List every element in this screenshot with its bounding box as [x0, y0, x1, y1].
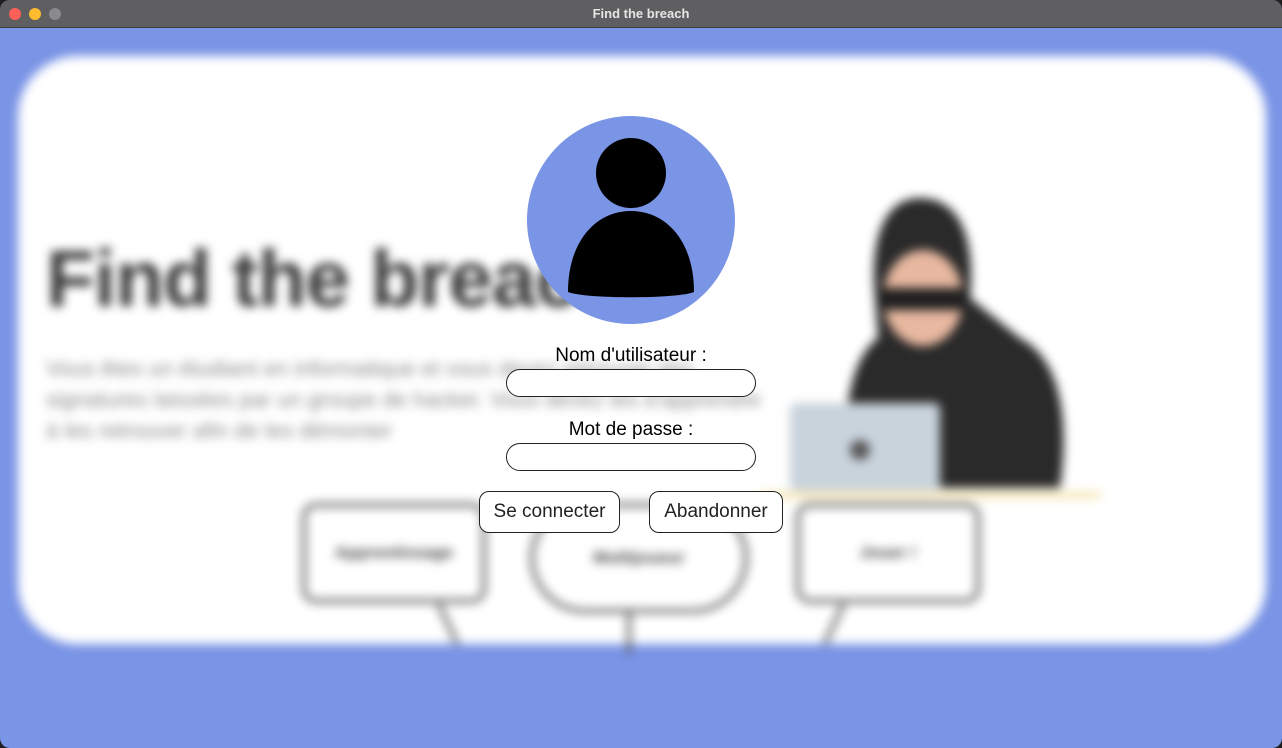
password-label: Mot de passe :	[568, 419, 694, 440]
username-input[interactable]	[506, 369, 756, 397]
bubble-play: Jouer !	[796, 503, 980, 603]
bubble-learning: Apprentissage	[302, 503, 486, 603]
user-icon	[527, 116, 735, 324]
abandon-button[interactable]: Abandonner	[649, 491, 783, 533]
window-title: Find the breach	[592, 6, 690, 21]
title-bar: Find the breach	[0, 0, 1282, 28]
username-label: Nom d'utilisateur :	[555, 345, 707, 366]
app-window: Find the breach Find the breach Vous ête…	[0, 0, 1282, 748]
hacker-illustration	[760, 198, 1100, 498]
bubble-tail	[627, 610, 631, 654]
login-button[interactable]: Se connecter	[479, 491, 620, 533]
password-input[interactable]	[506, 443, 756, 471]
